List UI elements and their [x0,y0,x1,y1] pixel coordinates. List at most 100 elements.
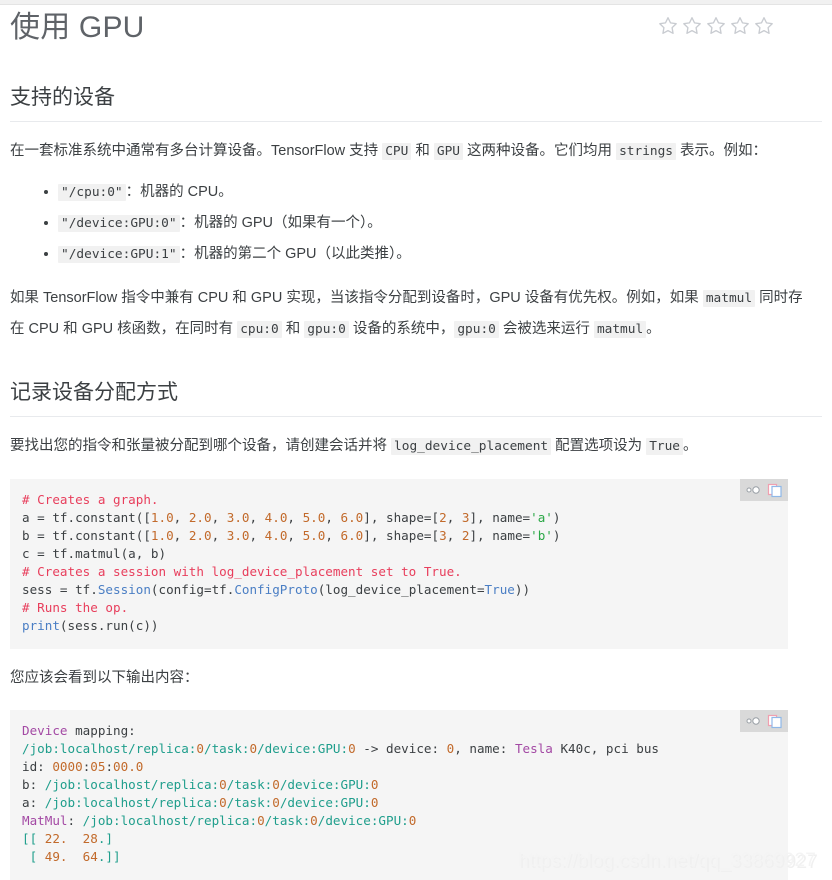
code-token: .]] [97,849,121,864]
code-token: ], name= [469,510,531,525]
code-toolbar-output[interactable] [740,710,788,732]
code-token: 05 [90,759,106,774]
paragraph-supported-devices-intro: 在一套标准系统中通常有多台计算设备。TensorFlow 支持 CPU 和 GP… [10,122,816,167]
inline-code-gpu0-1: gpu:0 [304,321,349,338]
code-token: , name: [454,741,515,756]
star-icon-3[interactable] [706,16,726,36]
inline-code-device-2: "/device:GPU:1" [58,246,180,263]
code-token: (log_device_placement= [317,582,485,597]
code-token: sess = tf. [22,582,98,597]
code-content-python: # Creates a graph. a = tf.constant([1.0,… [22,491,774,635]
code-token: . [59,849,83,864]
code-token: Tesla [514,741,553,756]
document-header: 使用 GPU [10,0,822,50]
code-token: /job:localhost/replica: [44,777,220,792]
star-icon-1[interactable] [658,16,678,36]
list-item: "/device:GPU:1" ：机器的第二个 GPU（以此类推）。 [44,239,822,270]
code-token: /job:localhost/replica: [22,741,197,756]
paragraph-log-device-placement: 要找出您的指令和张量被分配到哪个设备，请创建会话并将 log_device_pl… [10,417,816,462]
code-token: /task: [226,777,273,792]
list-item: "/device:GPU:0" ：机器的 GPU（如果有一个）。 [44,208,822,239]
watermark: https://blog.csdn.net/qq_33869927 https:… [518,850,818,874]
code-token: 0000 [52,759,83,774]
code-token: 5.0 [302,528,326,543]
code-token: [ [22,849,45,864]
code-token: : [105,759,114,774]
code-token: (config=tf. [150,582,235,597]
inline-code-matmul-2: matmul [593,321,647,338]
code-token: /job:localhost/replica: [44,795,220,810]
code-token: 0 [370,777,379,792]
inline-code-cpu0: cpu:0 [237,321,282,338]
code-token: 0 [196,741,204,756]
inline-code-device-1: "/device:GPU:0" [58,215,180,232]
text-fragment: 如果 TensorFlow 指令中兼有 CPU 和 GPU 实现，当该指令分配到… [10,290,703,306]
code-token: # Runs the op. [22,600,129,615]
code-token: 0 [219,777,227,792]
document-page: 使用 GPU 支持的设备 在一套标准系统中通常有多台计算设备。TensorFlo… [0,0,832,880]
code-toolbar-python[interactable] [740,479,788,501]
code-token: c = tf.matmul(a, b) [22,546,167,561]
code-token: 0 [272,795,280,810]
code-token: 0 [249,741,258,756]
inline-code-gpu0-2: gpu:0 [454,321,499,338]
code-token: 1.0 [150,510,174,525]
code-token: 0 [348,741,356,756]
paragraph-expected-output: 您应该会看到以下输出内容： [10,670,199,686]
code-token: mapping: [67,723,136,738]
text-fragment: 这两种设备。它们均用 [463,143,617,159]
code-token: id: [22,759,53,774]
code-token: MatMul [22,813,68,828]
code-token: 0 [310,813,318,828]
copy-icon[interactable] [767,482,783,498]
star-icon-5[interactable] [754,16,774,36]
code-token: 0 [370,795,379,810]
code-token: 22 [44,831,60,846]
code-token: 3.0 [226,510,250,525]
code-token: -> device: [355,741,447,756]
code-token: , [325,528,341,543]
code-token: 3 [439,528,447,543]
text-fragment: 在一套标准系统中通常有多台计算设备。TensorFlow 支持 [10,143,383,159]
code-token: [[ [22,831,45,846]
code-token: ], shape=[ [363,510,440,525]
code-token: , [446,528,462,543]
star-rating[interactable] [658,8,822,36]
list-item: "/cpu:0" ：机器的 CPU。 [44,177,822,208]
code-token: 5.0 [302,510,326,525]
section-heading-supported-devices: 支持的设备 [10,50,822,122]
inline-code-matmul-1: matmul [702,290,756,307]
device-string-list: "/cpu:0" ：机器的 CPU。 "/device:GPU:0" ：机器的 GPU… [10,167,822,270]
text-fragment: 。 [683,438,698,454]
code-token: 49 [44,849,60,864]
code-token: Device [22,723,68,738]
code-token: /task: [203,741,250,756]
list-item-label: ：机器的 CPU。 [125,184,233,200]
star-icon-2[interactable] [682,16,702,36]
code-token: 0 [219,795,227,810]
code-token: 0 [272,777,280,792]
code-token: # Creates a graph. [22,492,159,507]
star-icon-4[interactable] [730,16,750,36]
code-token: 6.0 [340,528,364,543]
inline-code-device-0: "/cpu:0" [58,184,126,201]
code-token: , [211,528,227,543]
code-token: , [249,510,265,525]
code-token: .] [97,831,114,846]
code-token: : [67,813,83,828]
inline-code-log-device-placement: log_device_placement [391,438,552,455]
code-token: print [22,618,60,633]
inline-code-strings: strings [616,143,677,160]
code-token: ], name= [469,528,531,543]
list-item-label: ：机器的第二个 GPU（以此类推）。 [179,246,411,262]
text-fragment: 设备的系统中， [348,321,455,337]
code-token: 2 [439,510,447,525]
code-token: 2.0 [188,528,212,543]
text-fragment: 和 [411,143,434,159]
code-token: )) [514,582,531,597]
code-collapse-icon[interactable] [745,713,761,729]
code-content-output: Device mapping: /job:localhost/replica:0… [22,722,774,866]
code-token: a: [22,795,45,810]
code-collapse-icon[interactable] [745,482,761,498]
copy-icon[interactable] [767,713,783,729]
